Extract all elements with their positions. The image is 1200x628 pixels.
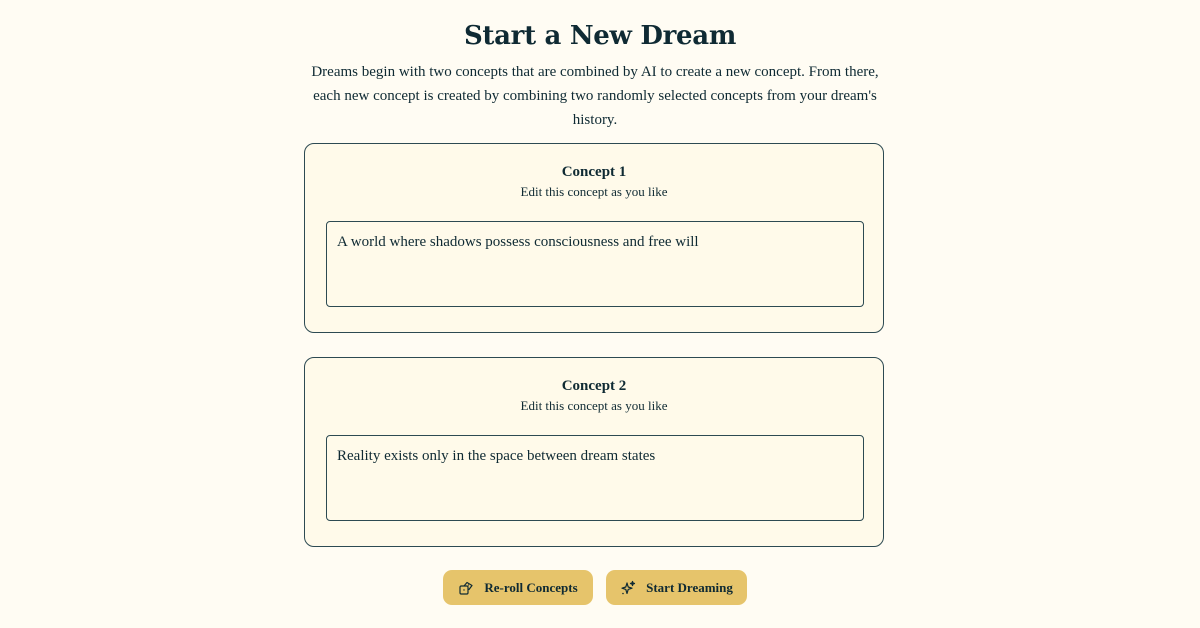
reroll-label: Re-roll Concepts: [484, 579, 578, 595]
dice-icon: [458, 580, 474, 596]
concept-subtitle: Edit this concept as you like: [520, 184, 668, 199]
start-label: Start Dreaming: [646, 579, 733, 595]
page-title: Start a New Dream: [463, 21, 737, 51]
concept-title: Concept 1: [561, 164, 627, 180]
concept-2-input[interactable]: Reality exists only in the space between…: [326, 435, 864, 521]
concept-1-input[interactable]: A world where shadows possess consciousn…: [326, 221, 864, 307]
intro-text: Dreams begin with two concepts that are …: [311, 64, 879, 128]
concept-subtitle: Edit this concept as you like: [520, 398, 668, 413]
start-dreaming-button[interactable]: Start Dreaming: [606, 570, 747, 605]
concept-title: Concept 2: [561, 378, 627, 394]
reroll-concepts-button[interactable]: Re-roll Concepts: [443, 570, 593, 605]
concept-card-1: Concept 1 Edit this concept as you like …: [304, 143, 884, 333]
sparkles-icon: [620, 580, 636, 596]
concept-card-2: Concept 2 Edit this concept as you like …: [304, 357, 884, 547]
